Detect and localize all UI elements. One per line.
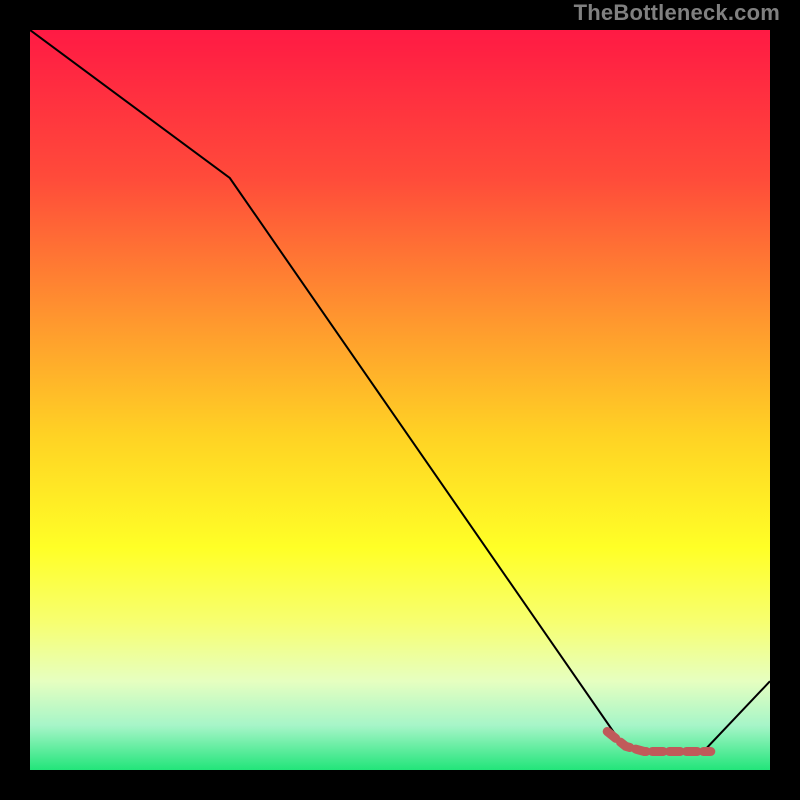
plot-area [30, 30, 770, 770]
chart-frame: TheBottleneck.com [0, 0, 800, 800]
attribution-text: TheBottleneck.com [574, 0, 780, 26]
chart-svg [30, 30, 770, 770]
gradient-background [30, 30, 770, 770]
